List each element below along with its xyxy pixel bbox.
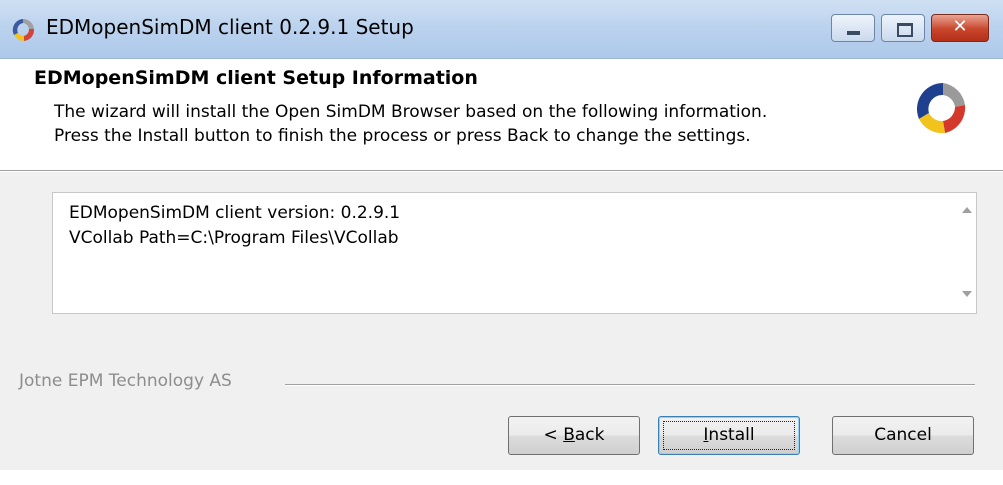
minimize-icon [847, 31, 860, 35]
close-button[interactable]: ✕ [931, 14, 989, 42]
setup-info-textarea[interactable]: EDMopenSimDM client version: 0.2.9.1 VCo… [52, 192, 977, 314]
page-description: The wizard will install the Open SimDM B… [54, 100, 767, 148]
close-icon: ✕ [952, 16, 968, 37]
back-button[interactable]: < Back [508, 416, 640, 455]
cancel-button[interactable]: Cancel [832, 416, 974, 455]
branding-text: Jotne EPM Technology AS [19, 371, 232, 391]
wizard-header: EDMopenSimDM client Setup Information Th… [0, 59, 1003, 171]
header-divider [0, 171, 1003, 172]
maximize-button[interactable] [881, 14, 925, 42]
cancel-button-label: Cancel [874, 425, 932, 445]
install-button-label: nstall [708, 425, 755, 445]
install-button[interactable]: Install [658, 416, 800, 455]
window-title: EDMopenSimDM client 0.2.9.1 Setup [46, 15, 414, 39]
description-line: Press the Install button to finish the p… [54, 126, 751, 146]
title-bar[interactable]: EDMopenSimDM client 0.2.9.1 Setup ✕ [0, 0, 1003, 59]
installer-logo-icon [917, 83, 966, 134]
setup-window: EDMopenSimDM client 0.2.9.1 Setup ✕ EDMo… [0, 0, 1003, 485]
scroll-up-arrow-icon[interactable] [962, 207, 972, 213]
description-line: The wizard will install the Open SimDM B… [54, 102, 768, 122]
window-bottom-edge [0, 470, 1003, 485]
info-line: EDMopenSimDM client version: 0.2.9.1 [69, 203, 401, 223]
minimize-button[interactable] [831, 14, 875, 42]
scroll-down-arrow-icon[interactable] [962, 291, 972, 297]
window-controls: ✕ [825, 14, 989, 44]
maximize-icon [897, 23, 913, 37]
page-title: EDMopenSimDM client Setup Information [34, 67, 478, 89]
back-button-prefix: < [543, 425, 564, 445]
back-button-label: ack [574, 425, 605, 445]
branding-divider [285, 384, 975, 386]
installer-logo-icon [12, 18, 35, 42]
info-line: VCollab Path=C:\Program Files\VCollab [69, 228, 399, 248]
info-lines: EDMopenSimDM client version: 0.2.9.1 VCo… [69, 201, 400, 251]
vertical-scrollbar[interactable] [955, 193, 976, 313]
back-button-mnemonic: B [563, 425, 575, 445]
